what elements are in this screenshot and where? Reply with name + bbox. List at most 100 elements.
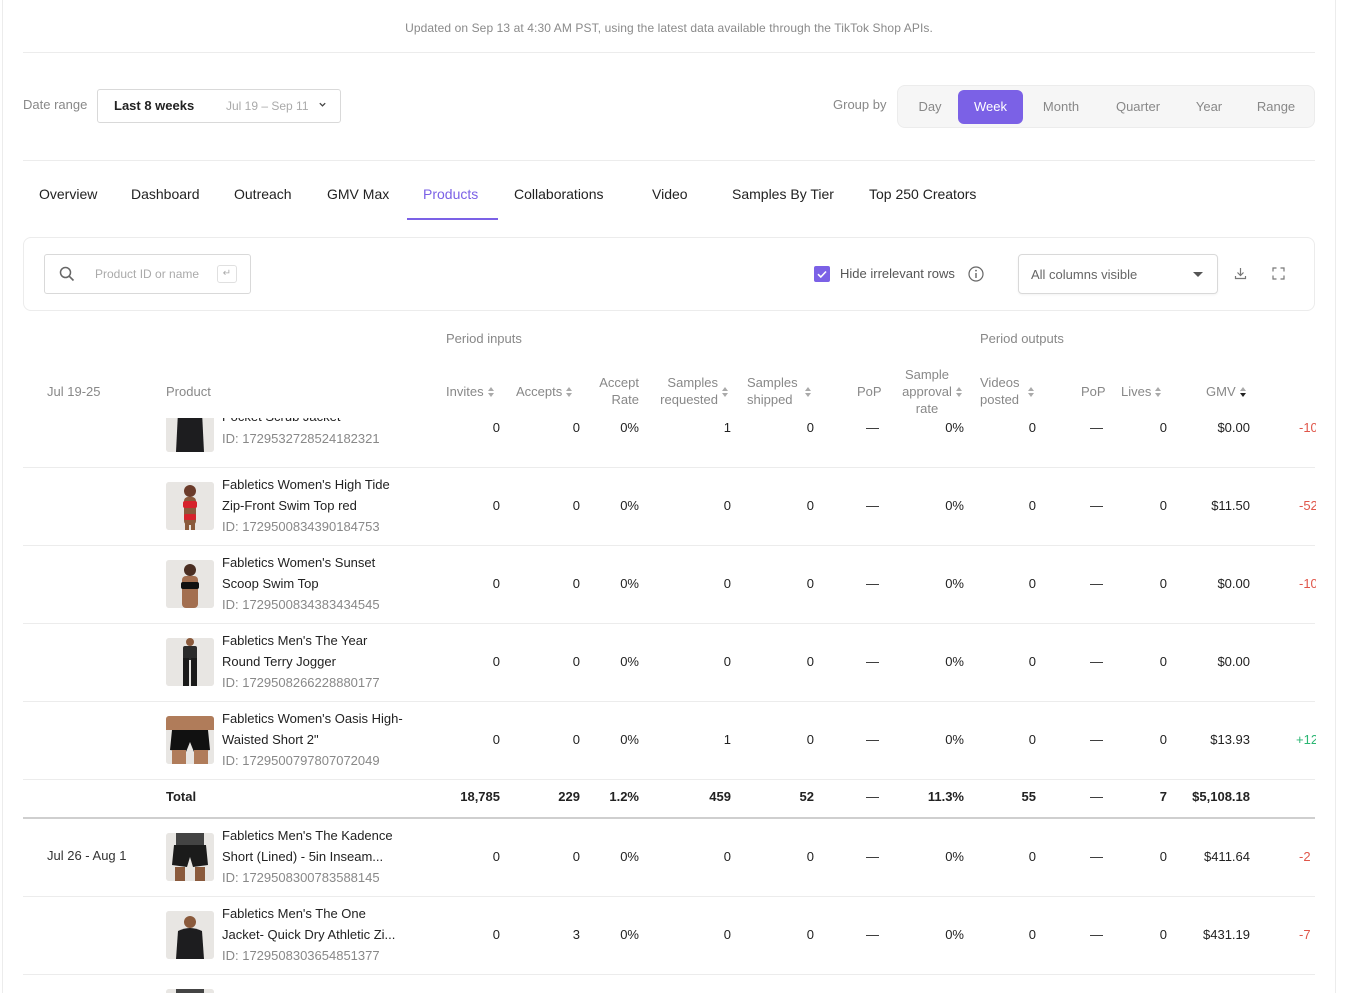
accepts-column-header[interactable]: Accepts [516,383,574,400]
gmv-header-label: GMV [1206,384,1236,399]
product-name[interactable]: Fabletics Men's The Year [222,631,422,652]
product-thumbnail [166,989,214,993]
product-image [166,418,214,452]
product-name-line2[interactable]: Zip-Front Swim Top red [222,496,422,517]
group-by-month[interactable]: Month [1028,90,1094,124]
pop-cell: — [866,498,879,513]
product-name[interactable]: Pocket Scrub Jacket [222,418,422,428]
lives-column-header[interactable]: Lives [1121,383,1163,400]
product-thumbnail [166,833,214,881]
product-image [166,482,214,530]
tab-collaborations[interactable]: Collaborations [514,186,604,202]
group-by-day[interactable]: Day [902,90,958,124]
group-by-label: Group by [833,97,887,112]
pop-cell: — [866,576,879,591]
product-name-line2[interactable]: Waisted Short 2" [222,730,422,751]
product-image [166,716,214,764]
product-thumbnail [166,482,214,530]
tab-overview[interactable]: Overview [39,186,97,202]
date-range-select[interactable]: Last 8 weeks Jul 19 – Sep 11 [97,89,341,123]
product-name[interactable]: Fabletics Women's High Tide [222,475,422,496]
product-name[interactable]: Fabletics Men's The One [222,904,422,925]
tab-gmv-max[interactable]: GMV Max [327,186,389,202]
product-image [166,911,214,959]
pop-cell: — [866,420,879,435]
total-pop-cell: — [866,789,879,804]
accepts-cell: 3 [572,927,580,942]
product-name[interactable]: Fabletics Men's The Kadence [222,826,422,847]
lives-cell: 0 [1159,732,1167,747]
tab-video[interactable]: Video [652,186,688,202]
lives-cell: 0 [1159,576,1167,591]
info-icon[interactable] [968,266,984,287]
gmv-column-header[interactable]: GMV [1206,383,1248,400]
group-by-week[interactable]: Week [958,90,1023,124]
total-approval-rate-cell: 11.3% [927,789,964,804]
tab-samples-by-tier[interactable]: Samples By Tier [732,186,834,202]
samples-requested-cell: 0 [723,849,731,864]
product-name[interactable]: Fabletics Women's Oasis High- [222,709,422,730]
sort-icon[interactable] [722,387,730,397]
total-invites-cell: 18,785 [460,789,500,804]
divider [23,160,1315,161]
sort-icon[interactable] [805,387,813,397]
gmv-change-cell: -10 [1299,420,1316,435]
hide-irrelevant-label[interactable]: Hide irrelevant rows [840,266,955,281]
divider [23,52,1315,53]
group-by-quarter[interactable]: Quarter [1103,90,1173,124]
sort-icon [1155,386,1163,397]
sort-icon[interactable] [1028,387,1036,397]
row-divider [23,467,1315,468]
group-by-segmented: Day Week Month Quarter Year Range [897,85,1315,128]
approval-rate-cell: 0% [945,732,964,747]
tab-products[interactable]: Products [423,186,478,202]
accept-rate-cell: 0% [620,420,639,435]
product-thumbnail [166,560,214,608]
group-by-year[interactable]: Year [1183,90,1235,124]
tab-dashboard[interactable]: Dashboard [131,186,200,202]
accepts-cell: 0 [572,654,580,669]
tab-outreach[interactable]: Outreach [234,186,292,202]
fullscreen-icon[interactable] [1272,267,1285,285]
approval-header-line1: Sample [904,367,950,382]
samples-requested-cell: 1 [723,732,731,747]
group-by-range[interactable]: Range [1245,90,1307,124]
product-name[interactable]: Fabletics Women's Sunset [222,553,422,574]
samples-shipped-column-header[interactable]: Samples shipped [747,374,807,408]
sample-approval-rate-column-header[interactable]: Sample approval rate [898,366,956,417]
download-icon[interactable] [1234,267,1247,285]
samples-requested-cell: 0 [723,498,731,513]
accept-rate-cell: 0% [620,576,639,591]
lives-cell: 0 [1159,849,1167,864]
invites-column-header[interactable]: Invites [446,383,496,400]
lives-header-label: Lives [1121,384,1152,399]
samples-requested-column-header[interactable]: Samples requested [648,374,718,408]
period-outputs-header: Period outputs [980,331,1064,346]
product-id: ID: 1729500834390184753 [222,519,380,534]
samples-shipped-cell: 0 [806,849,814,864]
product-name-line2[interactable]: Short (Lined) - 5in Inseam... [222,847,422,868]
columns-visibility-select[interactable]: All columns visible [1018,254,1218,294]
total-accept-rate-cell: 1.2% [609,789,639,804]
pop-cell: — [866,927,879,942]
search-input[interactable]: Product ID or name ↵ [44,254,251,294]
sort-icon[interactable] [956,387,964,397]
product-image [166,560,214,608]
samples-requested-header-line2: requested [660,392,718,407]
accept-rate-column-header[interactable]: Accept Rate [589,374,639,408]
accept-rate-cell: 0% [620,849,639,864]
product-name-line2[interactable]: Jacket- Quick Dry Athletic Zi... [222,925,422,946]
tab-top-250-creators[interactable]: Top 250 Creators [869,186,976,202]
product-name-line2[interactable]: Scoop Swim Top [222,574,422,595]
invites-header-label: Invites [446,384,484,399]
product-name-line2[interactable]: Round Terry Jogger [222,652,422,673]
pop-cell: — [1090,732,1103,747]
row-divider [23,779,1315,780]
gmv-change-cell: -10 [1299,576,1316,591]
total-lives-cell: 7 [1159,789,1167,804]
row-divider [23,974,1315,975]
videos-posted-column-header[interactable]: Videos posted [980,374,1026,408]
gmv-cell: $13.93 [1210,732,1250,747]
approval-rate-cell: 0% [945,849,964,864]
hide-irrelevant-checkbox[interactable] [814,266,830,282]
